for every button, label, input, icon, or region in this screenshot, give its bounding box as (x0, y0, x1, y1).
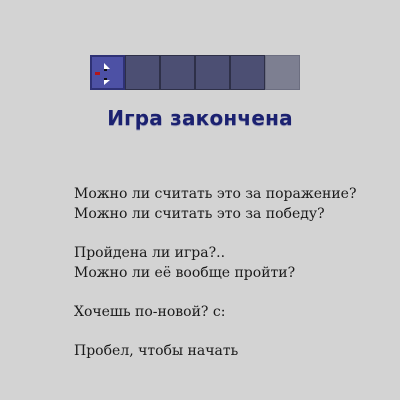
game-board (90, 55, 300, 90)
empty-cell (265, 55, 300, 90)
snake-head-cell (90, 55, 125, 90)
message-line: Можно ли её вообще пройти? (74, 265, 296, 281)
snake-body-cell (195, 55, 230, 90)
snake-body-cell (230, 55, 265, 90)
snake-head-icon (95, 63, 110, 85)
game-over-message: Можно ли считать это за поражение? Можно… (74, 184, 356, 361)
start-hint: Пробел, чтобы начать (74, 343, 239, 359)
snake-body-cell (125, 55, 160, 90)
restart-prompt: Хочешь по-новой? c: (74, 304, 226, 320)
message-line: Можно ли считать это за победу? (74, 206, 325, 222)
message-line: Можно ли считать это за поражение? (74, 186, 357, 202)
message-line: Пройдена ли игра?.. (74, 245, 226, 261)
game-over-title: Игра закончена (107, 106, 293, 130)
snake-body-cell (160, 55, 195, 90)
